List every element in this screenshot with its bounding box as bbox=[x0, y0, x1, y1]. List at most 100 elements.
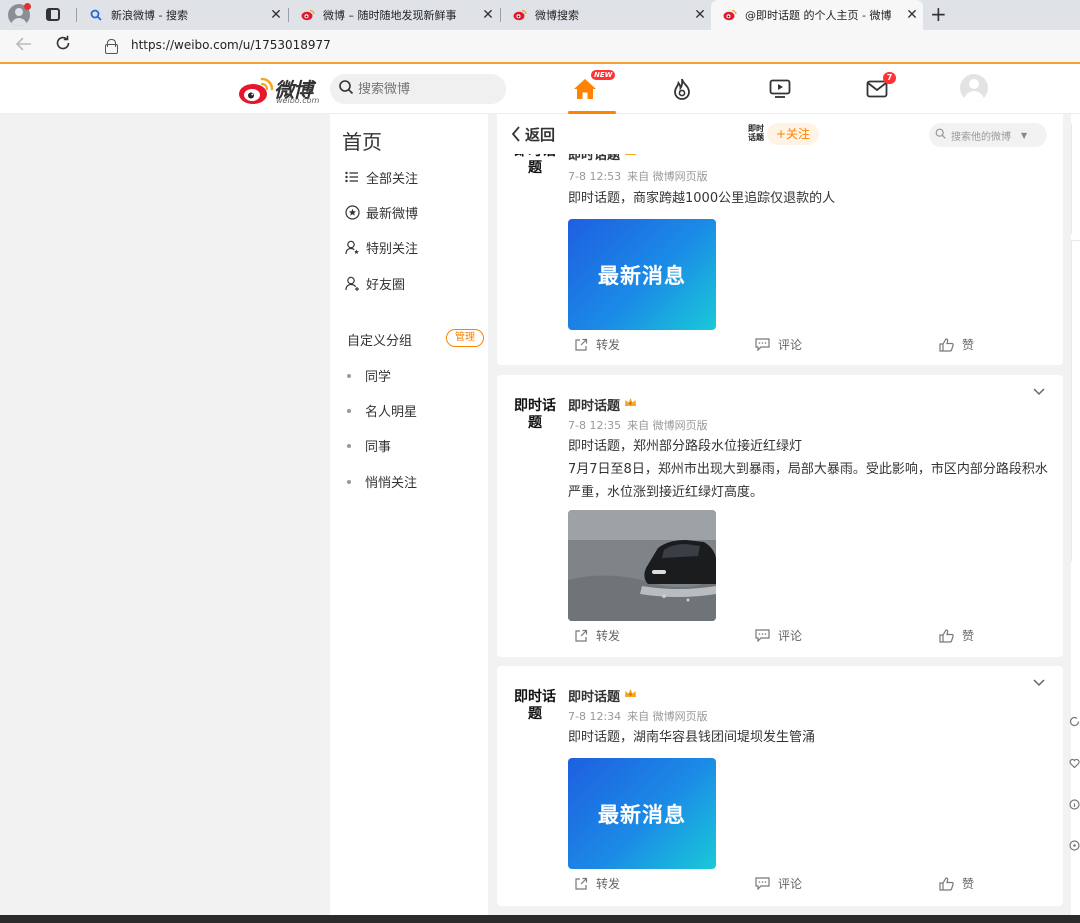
group-label: 同事 bbox=[365, 440, 392, 455]
browser-tab-active[interactable]: @即时话题 的个人主页 - 微博 ✕ bbox=[711, 0, 923, 30]
post-author[interactable]: 即时话题 bbox=[568, 686, 637, 705]
post-image[interactable]: 最新消息 bbox=[568, 219, 716, 330]
logo-subtext: weibo.com bbox=[276, 96, 320, 105]
user-weibo-search[interactable]: 搜索他的微博 ▼ bbox=[929, 123, 1047, 147]
like-button[interactable]: 赞 bbox=[939, 627, 974, 644]
post-author-name: 即时话题 bbox=[568, 690, 621, 705]
weibo-icon bbox=[301, 8, 315, 22]
group-item[interactable]: 名人明星 bbox=[347, 401, 417, 420]
post-text: 即时话题，湖南华容县钱团间堤坝发生管涌 bbox=[568, 730, 816, 745]
notification-dot bbox=[24, 3, 31, 10]
info-icon[interactable] bbox=[1069, 799, 1080, 813]
comment-button[interactable]: 评论 bbox=[755, 627, 802, 644]
post-meta: 7-8 12:34 来自 微博网页版 bbox=[568, 708, 714, 724]
search-icon bbox=[89, 8, 103, 22]
back-arrow-icon[interactable] bbox=[15, 36, 32, 56]
like-button[interactable]: 赞 bbox=[939, 336, 974, 353]
weibo-icon bbox=[513, 8, 527, 22]
vip-crown-icon bbox=[624, 397, 637, 412]
topbar-avatar[interactable]: 即时话题 bbox=[745, 124, 767, 146]
group-label: 悄悄关注 bbox=[365, 476, 418, 491]
close-tab-icon[interactable]: ✕ bbox=[265, 7, 287, 23]
repost-icon bbox=[574, 877, 588, 891]
chevron-down-icon[interactable] bbox=[1033, 385, 1045, 399]
refresh-icon[interactable] bbox=[1069, 716, 1080, 730]
new-tab-icon[interactable]: + bbox=[930, 3, 947, 25]
browser-tab-bar: 新浪微博 - 搜索 ✕ 微博 – 随时随地发现新鲜事 ✕ 微博搜索 ✕ @即时话… bbox=[0, 0, 1080, 30]
close-tab-icon[interactable]: ✕ bbox=[689, 7, 711, 23]
nav-item-label: 特别关注 bbox=[366, 241, 419, 257]
post-image[interactable]: 最新消息 bbox=[568, 758, 716, 869]
list-icon bbox=[344, 169, 360, 185]
post-image[interactable] bbox=[568, 510, 716, 621]
repost-icon bbox=[574, 629, 588, 643]
post-author-name: 即时话题 bbox=[568, 399, 621, 414]
browser-tab-1[interactable]: 新浪微博 - 搜索 ✕ bbox=[77, 0, 287, 30]
repost-icon bbox=[574, 338, 588, 352]
post-avatar[interactable]: 即时话题 bbox=[513, 684, 557, 728]
nav-item-friends[interactable]: 好友圈 bbox=[344, 271, 405, 295]
tab-title: @即时话题 的个人主页 - 微博 bbox=[745, 9, 892, 22]
repost-label: 转发 bbox=[596, 629, 621, 643]
nav-item-latest[interactable]: 最新微博 bbox=[344, 200, 418, 224]
search-input[interactable] bbox=[358, 81, 488, 97]
post-time[interactable]: 7-8 12:53 bbox=[568, 170, 621, 183]
browser-tab-2[interactable]: 微博 – 随时随地发现新鲜事 ✕ bbox=[289, 0, 499, 30]
post-source: 来自 微博网页版 bbox=[627, 710, 708, 723]
post-time[interactable]: 7-8 12:35 bbox=[568, 419, 621, 432]
repost-button[interactable]: 转发 bbox=[574, 875, 620, 892]
nav-item-all-follow[interactable]: 全部关注 bbox=[344, 165, 418, 189]
manage-button[interactable]: 管理 bbox=[446, 329, 484, 347]
weibo-logo[interactable]: 微博 weibo.com bbox=[238, 72, 320, 106]
feedback-icon[interactable] bbox=[1069, 840, 1080, 854]
repost-button[interactable]: 转发 bbox=[574, 336, 620, 353]
tab-actions-icon[interactable] bbox=[46, 8, 60, 21]
chevron-down-icon[interactable] bbox=[1033, 676, 1045, 690]
group-item[interactable]: 同事 bbox=[347, 436, 391, 455]
user-star-icon bbox=[344, 239, 360, 255]
avatar[interactable] bbox=[960, 74, 988, 102]
group-label: 名人明星 bbox=[365, 405, 418, 420]
post-source: 来自 微博网页版 bbox=[627, 419, 708, 432]
post-image-text: 最新消息 bbox=[598, 802, 686, 827]
reload-icon[interactable] bbox=[55, 35, 71, 56]
repost-label: 转发 bbox=[596, 338, 621, 352]
video-icon[interactable] bbox=[765, 74, 795, 104]
comment-button[interactable]: 评论 bbox=[755, 875, 802, 892]
like-button[interactable]: 赞 bbox=[939, 875, 974, 892]
left-nav: 首页 全部关注 最新微博 特别关注 好友圈 自定义分组 管理 同学 名人明星 同… bbox=[330, 114, 488, 923]
post-meta: 7-8 12:35 来自 微博网页版 bbox=[568, 417, 714, 433]
post-avatar[interactable]: 即时话题 bbox=[513, 393, 557, 437]
back-button[interactable]: 返回 bbox=[511, 124, 555, 145]
repost-button[interactable]: 转发 bbox=[574, 627, 620, 644]
group-item[interactable]: 同学 bbox=[347, 366, 391, 385]
comment-label: 评论 bbox=[778, 877, 803, 891]
post-author[interactable]: 即时话题 bbox=[568, 395, 637, 414]
comment-icon bbox=[755, 877, 770, 890]
mail-count-badge: 7 bbox=[883, 72, 896, 84]
close-tab-icon[interactable]: ✕ bbox=[901, 7, 923, 23]
star-circle-icon bbox=[344, 204, 360, 220]
group-item[interactable]: 悄悄关注 bbox=[347, 472, 417, 491]
post-actions: 转发 评论 赞 bbox=[497, 627, 1063, 653]
like-label: 赞 bbox=[962, 629, 975, 643]
hot-flame-icon[interactable] bbox=[667, 74, 697, 104]
tab-title: 新浪微博 - 搜索 bbox=[111, 9, 188, 22]
browser-tab-3[interactable]: 微博搜索 ✕ bbox=[501, 0, 711, 30]
post-time[interactable]: 7-8 12:34 bbox=[568, 710, 621, 723]
close-tab-icon[interactable]: ✕ bbox=[477, 7, 499, 23]
comment-label: 评论 bbox=[778, 338, 803, 352]
comment-button[interactable]: 评论 bbox=[755, 336, 802, 353]
nav-item-special[interactable]: 特别关注 bbox=[344, 235, 418, 259]
thumbs-up-icon bbox=[939, 337, 954, 352]
global-search[interactable] bbox=[330, 74, 506, 104]
heart-icon[interactable] bbox=[1069, 758, 1080, 772]
lock-icon[interactable] bbox=[105, 39, 118, 54]
post-text: 即时话题，商家跨越1000公里追踪仅退款的人 bbox=[568, 191, 836, 206]
repost-label: 转发 bbox=[596, 877, 621, 891]
thumbs-up-icon bbox=[939, 628, 954, 643]
address-bar: https://weibo.com/u/1753018977 bbox=[0, 30, 1080, 62]
follow-button[interactable]: +关注 bbox=[767, 123, 819, 145]
thumbs-up-icon bbox=[939, 876, 954, 891]
url-text[interactable]: https://weibo.com/u/1753018977 bbox=[131, 38, 331, 52]
